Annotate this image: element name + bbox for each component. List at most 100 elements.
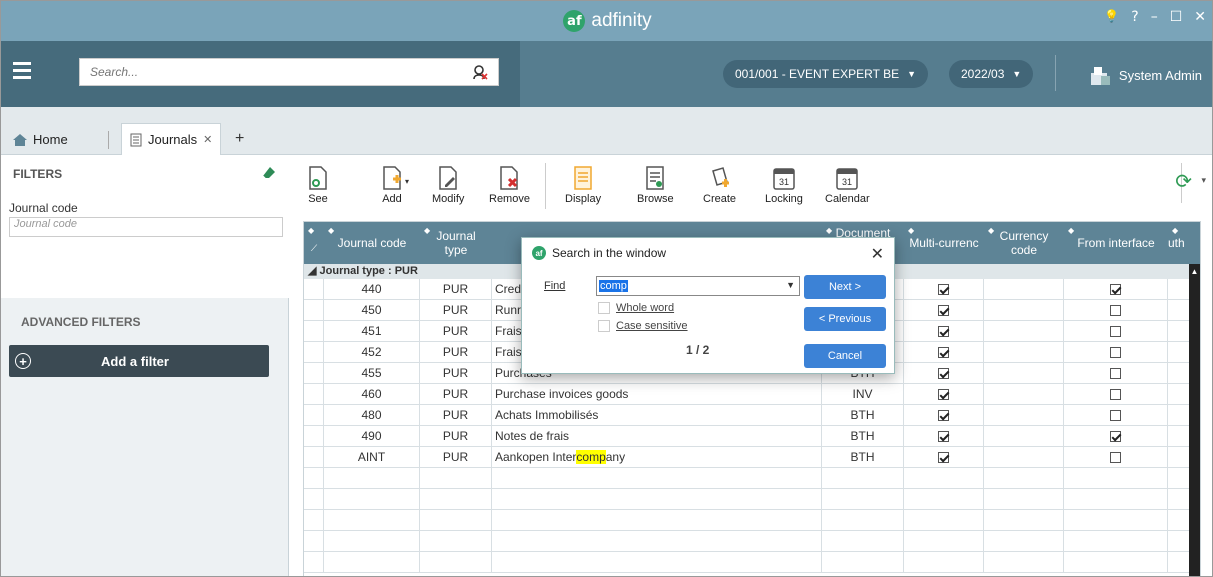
previous-button[interactable]: < Previous [804, 307, 886, 331]
row-marker-cell [304, 531, 324, 552]
journal-code-field[interactable]: Journal code [9, 217, 283, 237]
case-sensitive-checkbox[interactable]: Case sensitive [598, 320, 688, 332]
column-header-multi-currency[interactable]: ◆ Multi-currenc [904, 222, 984, 264]
checkbox-checked[interactable] [1110, 431, 1121, 443]
user-name: System Admin [1118, 67, 1202, 83]
checkbox-unchecked[interactable] [1110, 305, 1121, 317]
multi-currency-cell [904, 321, 984, 342]
table-row[interactable]: 460 PUR Purchase invoices goods INV [304, 384, 1191, 405]
checkbox-checked[interactable] [938, 305, 949, 317]
whole-word-checkbox[interactable]: Whole word [598, 302, 674, 314]
add-dropdown-icon[interactable]: ▾ [405, 177, 409, 186]
browse-label: Browse [637, 193, 674, 205]
user-menu[interactable]: System Admin [1089, 64, 1202, 86]
refresh-dropdown-icon[interactable]: ▾ [1201, 175, 1206, 186]
close-tab-icon[interactable]: ✕ [203, 133, 212, 146]
search-user-icon[interactable] [472, 64, 488, 80]
tab-home[interactable]: Home [13, 132, 68, 147]
column-header-journal-code[interactable]: ◆ Journal code [324, 222, 420, 264]
column-header-marker[interactable]: ◆ ⟋ [304, 222, 324, 264]
row-marker-cell [304, 552, 324, 573]
find-input[interactable]: comp ▼ [596, 276, 800, 296]
tab-home-label: Home [33, 132, 68, 147]
tab-journals[interactable]: Journals ✕ [121, 123, 222, 155]
table-row[interactable]: 490 PUR Notes de frais BTH [304, 426, 1191, 447]
other-cell [1168, 342, 1191, 363]
checkbox-unchecked[interactable] [1110, 368, 1121, 380]
row-marker-cell [304, 363, 324, 384]
add-tab-button[interactable]: + [235, 130, 244, 148]
checkbox-unchecked[interactable] [1110, 347, 1121, 359]
dialog-close-button[interactable]: ✕ [871, 244, 884, 264]
search-input[interactable] [90, 65, 472, 79]
period-selector[interactable]: 2022/03 ▼ [949, 60, 1034, 88]
column-header-other[interactable]: ◆ uth [1168, 222, 1200, 264]
from-interface-cell [1064, 384, 1168, 405]
case-sensitive-label: Case sensitive [616, 320, 688, 332]
cancel-button[interactable]: Cancel [804, 344, 886, 368]
help-icon[interactable]: ? [1131, 9, 1138, 25]
table-row[interactable]: 480 PUR Achats Immobilisés BTH [304, 405, 1191, 426]
chevron-down-icon[interactable]: ▼ [786, 280, 795, 290]
table-row[interactable]: AINT PUR Aankopen Intercompany BTH [304, 447, 1191, 468]
column-header-currency-code[interactable]: ◆ Currency code [984, 222, 1064, 264]
minimize-button[interactable]: – [1151, 9, 1158, 25]
create-button[interactable]: Create [703, 165, 736, 205]
company-selector[interactable]: 001/001 - EVENT EXPERT BE ▼ [723, 60, 929, 88]
journal-code-cell [324, 531, 420, 552]
browse-button[interactable]: Browse [637, 165, 674, 205]
hamburger-menu-icon[interactable] [13, 62, 31, 80]
column-header-journal-type[interactable]: ◆ Journal type [420, 222, 492, 264]
checkbox-checked[interactable] [938, 326, 949, 338]
tab-journals-label: Journals [148, 132, 198, 147]
close-button[interactable]: ✕ [1194, 9, 1206, 25]
checkbox-unchecked[interactable] [1110, 452, 1121, 464]
checkbox-unchecked[interactable] [1110, 389, 1121, 401]
checkbox-checked[interactable] [938, 410, 949, 422]
other-cell [1168, 531, 1191, 552]
other-cell [1168, 552, 1191, 573]
checkbox-checked[interactable] [938, 431, 949, 443]
checkbox-checked[interactable] [938, 284, 949, 296]
currency-code-cell [984, 489, 1064, 510]
locking-button[interactable]: 31 Locking [765, 165, 803, 205]
lightbulb-icon[interactable]: 💡 [1104, 9, 1119, 25]
search-panel [1, 41, 520, 107]
checkbox-checked[interactable] [1110, 284, 1121, 296]
journal-type-cell: PUR [420, 342, 492, 363]
eraser-icon[interactable] [261, 165, 277, 184]
refresh-icon[interactable]: ⟳ [1175, 169, 1192, 194]
journal-type-cell: PUR [420, 384, 492, 405]
from-interface-cell [1064, 363, 1168, 384]
checkbox-checked[interactable] [938, 452, 949, 464]
checkbox-checked[interactable] [938, 368, 949, 380]
calendar-button[interactable]: 31 Calendar [825, 165, 870, 205]
currency-code-cell [984, 321, 1064, 342]
currency-code-cell [984, 384, 1064, 405]
modify-button[interactable]: Modify [432, 165, 464, 205]
vertical-scrollbar[interactable] [1189, 279, 1200, 576]
checkbox-unchecked[interactable] [1110, 410, 1121, 422]
see-button[interactable]: See [307, 165, 329, 205]
description-text: Aankopen Inter [495, 450, 577, 464]
column-header-from-interface[interactable]: ◆ From interface [1064, 222, 1168, 264]
document-cell [822, 489, 904, 510]
row-marker-cell [304, 342, 324, 363]
remove-button[interactable]: Remove [489, 165, 530, 205]
scroll-up-icon[interactable]: ▲ [1189, 264, 1200, 279]
add-filter-button[interactable]: + Add a filter [9, 345, 269, 377]
journal-type-cell: PUR [420, 300, 492, 321]
other-cell [1168, 489, 1191, 510]
currency-code-cell [984, 468, 1064, 489]
maximize-button[interactable]: ☐ [1170, 9, 1183, 25]
checkbox-checked[interactable] [938, 389, 949, 401]
description-cell [492, 552, 822, 573]
checkbox-checked[interactable] [938, 347, 949, 359]
document-cell [822, 468, 904, 489]
other-cell [1168, 426, 1191, 447]
checkbox-unchecked[interactable] [1110, 326, 1121, 338]
edit-document-icon [439, 166, 457, 190]
add-button[interactable]: Add [381, 165, 403, 205]
next-button[interactable]: Next > [804, 275, 886, 299]
display-button[interactable]: Display [565, 165, 601, 205]
